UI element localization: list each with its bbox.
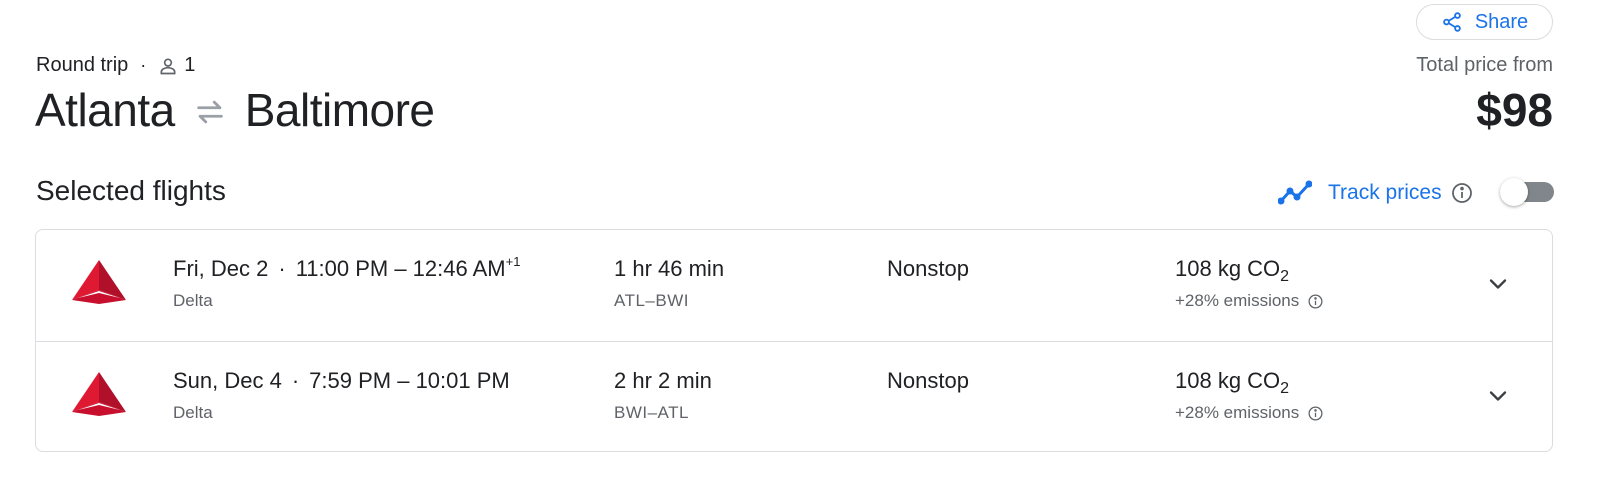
flight-date: Sun, Dec 4 [173,368,282,393]
stops-info: Nonstop [887,368,969,393]
flight-times: 11:00 PM – 12:46 AM [295,256,506,281]
trend-line-icon [1278,180,1312,205]
co2-value: 108 kg CO2 [1175,368,1290,397]
info-icon[interactable] [1450,181,1474,205]
emissions-label: +28% emissions [1175,403,1300,422]
separator-dot: · [140,55,147,75]
chevron-down-icon[interactable] [1484,270,1512,298]
share-label: Share [1474,10,1529,33]
flight-row-outbound[interactable]: Fri, Dec 2 · 11:00 PM – 12:46 AM+1 Delta 1… [36,230,1552,341]
flight-date-time: Sun, Dec 4 · 7:59 PM – 10:01 PM [173,368,510,393]
person-icon [160,58,176,74]
trip-type: Round trip [36,54,129,76]
share-icon [1443,12,1461,32]
total-price-label: Total price from [1416,54,1553,76]
emissions-info: +28% emissions [1175,403,1324,423]
origin-city: Atlanta [35,84,175,136]
airline-name: Delta [173,403,213,422]
flight-duration: 1 hr 46 min [614,256,725,281]
airport-codes: ATL–BWI [614,291,689,310]
stops-info: Nonstop [887,256,969,281]
toggle-knob [1500,178,1528,206]
co2-value: 108 kg CO2 [1175,256,1290,285]
round-trip-arrows-icon [196,100,223,124]
flight-date-time: Fri, Dec 2 · 11:00 PM – 12:46 AM+1 [173,254,521,281]
flight-date: Fri, Dec 2 [173,256,269,281]
track-prices-label: Track prices [1328,181,1442,204]
flight-duration: 2 hr 2 min [614,368,712,393]
info-icon[interactable] [1307,293,1324,310]
destination-city: Baltimore [244,84,435,136]
selected-flights-list: Fri, Dec 2 · 11:00 PM – 12:46 AM+1 Delta 1… [35,229,1553,452]
airport-codes: BWI–ATL [614,403,689,422]
info-icon[interactable] [1307,405,1324,422]
passenger-count: 1 [184,54,196,76]
airline-name: Delta [173,291,213,310]
day-offset: +1 [505,254,521,269]
emissions-info: +28% emissions [1175,291,1324,311]
trip-meta: Round trip · 1 [36,54,195,77]
delta-logo-icon [72,372,126,416]
share-button[interactable]: Share [1416,4,1553,40]
flight-times: 7:59 PM – 10:01 PM [309,368,510,393]
delta-logo-icon [72,260,126,304]
track-prices-toggle[interactable] [1500,178,1554,206]
route-title: Atlanta Baltimore [35,83,435,137]
chevron-down-icon[interactable] [1484,382,1512,410]
flight-row-return[interactable]: Sun, Dec 4 · 7:59 PM – 10:01 PM Delta 2 hr… [36,341,1552,452]
selected-flights-title: Selected flights [36,175,226,206]
total-price: $98 [1476,84,1553,136]
track-prices[interactable]: Track prices [1278,176,1474,210]
emissions-label: +28% emissions [1175,291,1300,310]
